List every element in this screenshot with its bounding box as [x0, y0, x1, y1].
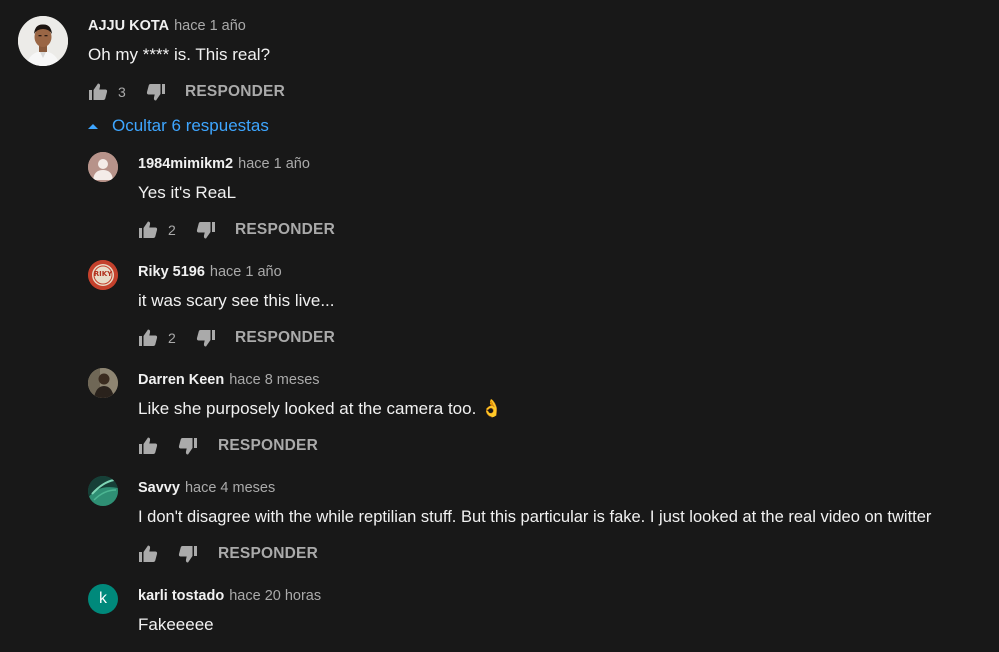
dislike-icon[interactable] — [194, 326, 218, 350]
reply-comment: RIKY Riky 5196 hace 1 año it was scary se… — [0, 256, 999, 356]
avatar[interactable] — [18, 16, 68, 66]
comment-timestamp[interactable]: hace 1 año — [238, 156, 310, 172]
main-comment: AJJU KOTA hace 1 año Oh my **** is. This … — [0, 0, 999, 112]
comment-timestamp[interactable]: hace 4 meses — [185, 480, 275, 496]
comment-timestamp[interactable]: hace 8 meses — [229, 372, 319, 388]
comment-text: Oh my **** is. This real? — [88, 45, 271, 64]
comment-header: Savvy hace 4 meses — [138, 479, 275, 497]
comment-text: it was scary see this live... — [138, 291, 335, 310]
author-name[interactable]: Savvy — [138, 480, 180, 496]
comment-header: AJJU KOTA hace 1 año — [88, 17, 246, 35]
dislike-icon[interactable] — [176, 434, 200, 458]
reply-button[interactable]: RESPONDER — [218, 545, 318, 563]
ok-hand-emoji: 👌 — [481, 399, 503, 418]
dislike-icon[interactable] — [144, 80, 168, 104]
comment-actions: 2 RESPONDER — [136, 326, 335, 350]
avatar-letter: k — [99, 590, 107, 607]
reply-comment: Savvy hace 4 meses I don't disagree with … — [0, 472, 999, 572]
avatar[interactable]: k — [88, 584, 118, 614]
like-icon[interactable] — [136, 542, 160, 566]
dislike-icon[interactable] — [176, 542, 200, 566]
comment-header: Darren Keen hace 8 meses — [138, 371, 320, 389]
comment-header: Riky 5196 hace 1 año — [138, 263, 282, 281]
comment-actions: RESPONDER — [136, 542, 318, 566]
avatar-logo-text: RIKY — [93, 270, 113, 278]
comment-timestamp[interactable]: hace 1 año — [210, 264, 282, 280]
comment-text: Like she purposely looked at the camera … — [138, 398, 502, 420]
default-person-avatar-icon — [88, 152, 118, 182]
comment-timestamp[interactable]: hace 20 horas — [229, 588, 321, 604]
reply-comment: k karli tostado hace 20 horas Fakeeeee — [0, 580, 999, 652]
comment-header: karli tostado hace 20 horas — [138, 587, 321, 605]
reply-button[interactable]: RESPONDER — [218, 437, 318, 455]
author-name[interactable]: Darren Keen — [138, 372, 224, 388]
hide-replies-label: Ocultar 6 respuestas — [112, 116, 269, 135]
reply-button[interactable]: RESPONDER — [235, 329, 335, 347]
comment-text: Fakeeeee — [138, 615, 214, 634]
photo-avatar-icon — [88, 368, 118, 398]
like-count: 3 — [118, 84, 126, 100]
author-name[interactable]: Riky 5196 — [138, 264, 205, 280]
avatar[interactable] — [88, 476, 118, 506]
like-icon[interactable] — [136, 218, 160, 242]
green-abstract-avatar-icon — [88, 476, 118, 506]
reply-comment: 1984mimikm2 hace 1 año Yes it's ReaL 2 RE… — [0, 148, 999, 248]
like-count: 2 — [168, 222, 176, 238]
author-name[interactable]: 1984mimikm2 — [138, 156, 233, 172]
reply-comment: Darren Keen hace 8 meses Like she purpose… — [0, 364, 999, 464]
comment-actions: 2 RESPONDER — [136, 218, 335, 242]
reply-button[interactable]: RESPONDER — [185, 83, 285, 101]
like-count: 2 — [168, 330, 176, 346]
reply-button[interactable]: RESPONDER — [235, 221, 335, 239]
comment-text-body: Like she purposely looked at the camera … — [138, 399, 477, 418]
hide-replies-button[interactable]: Ocultar 6 respuestas — [86, 116, 269, 136]
author-name[interactable]: karli tostado — [138, 588, 224, 604]
avatar[interactable] — [88, 368, 118, 398]
like-icon[interactable] — [86, 80, 110, 104]
caret-up-icon — [88, 123, 98, 129]
comment-actions: 3 RESPONDER — [86, 80, 285, 104]
comment-text: Yes it's ReaL — [138, 183, 237, 202]
avatar[interactable] — [88, 152, 118, 182]
person-photo-icon — [18, 16, 68, 66]
like-icon[interactable] — [136, 326, 160, 350]
comment-actions: RESPONDER — [136, 434, 318, 458]
like-icon[interactable] — [136, 434, 160, 458]
comment-header: 1984mimikm2 hace 1 año — [138, 155, 310, 173]
dislike-icon[interactable] — [194, 218, 218, 242]
author-name[interactable]: AJJU KOTA — [88, 18, 169, 34]
avatar[interactable]: RIKY — [88, 260, 118, 290]
comment-text: I don't disagree with the while reptilia… — [138, 508, 932, 526]
comment-timestamp[interactable]: hace 1 año — [174, 18, 246, 34]
